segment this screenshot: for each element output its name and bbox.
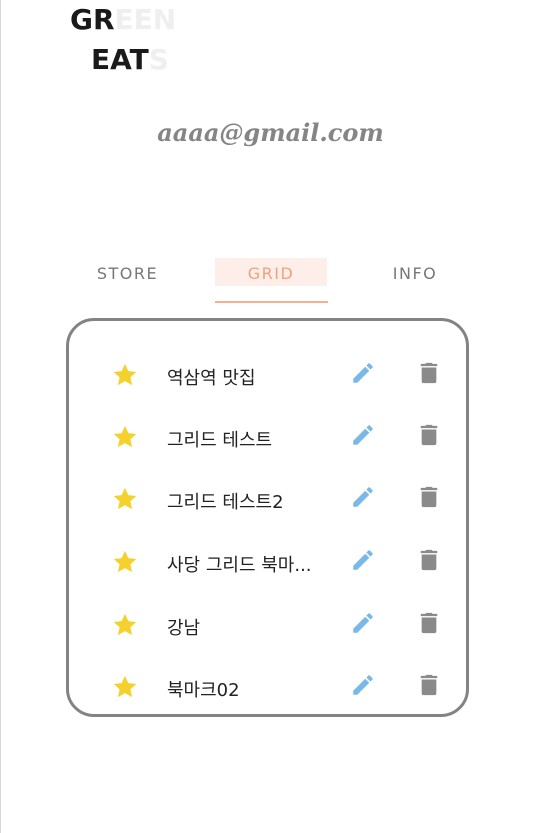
trash-icon[interactable] [418, 484, 440, 510]
active-tab-indicator [215, 301, 328, 303]
list-item-name: 그리드 테스트2 [167, 492, 284, 513]
trash-icon[interactable] [418, 360, 440, 386]
trash-icon[interactable] [418, 672, 440, 698]
trash-icon[interactable] [418, 610, 440, 636]
list-item[interactable]: 그리드 테스트2 [69, 479, 466, 519]
star-icon[interactable] [111, 673, 139, 701]
list-item-name: 북마크02 [167, 680, 240, 701]
pencil-icon[interactable] [350, 484, 376, 510]
tab-grid[interactable]: GRID [215, 258, 327, 286]
trash-icon[interactable] [418, 422, 440, 448]
list-item[interactable]: 역삼역 맛집 [69, 355, 466, 395]
list-item[interactable]: 그리드 테스트 [69, 417, 466, 457]
tab-store[interactable]: STORE [70, 258, 185, 290]
tab-info[interactable]: INFO [370, 258, 460, 290]
pencil-icon[interactable] [350, 547, 376, 573]
star-icon[interactable] [111, 611, 139, 639]
logo-line-2-ghost: S [148, 43, 169, 76]
star-icon[interactable] [111, 548, 139, 576]
user-email: aaaa@gmail.com [157, 118, 384, 147]
logo-line-1-ghost: EEN [114, 3, 177, 36]
pencil-icon[interactable] [350, 360, 376, 386]
star-icon[interactable] [111, 423, 139, 451]
pencil-icon[interactable] [350, 610, 376, 636]
tab-bar: STORE GRID INFO [70, 258, 470, 303]
list-item-name: 사당 그리드 북마... [167, 555, 312, 576]
grid-list-panel: 역삼역 맛집 그리드 테스트 그리드 테스트2 사당 그리드 북마... 강남 … [66, 318, 469, 717]
list-item[interactable]: 북마크02 [69, 667, 466, 707]
list-item-name: 역삼역 맛집 [167, 368, 256, 389]
pencil-icon[interactable] [350, 422, 376, 448]
star-icon[interactable] [111, 485, 139, 513]
list-item[interactable]: 사당 그리드 북마... [69, 542, 466, 582]
logo-line-1: GR [70, 3, 115, 36]
trash-icon[interactable] [418, 547, 440, 573]
pencil-icon[interactable] [350, 672, 376, 698]
list-item[interactable]: 강남 [69, 605, 466, 645]
list-item-name: 강남 [167, 618, 201, 639]
star-icon[interactable] [111, 361, 139, 389]
list-item-name: 그리드 테스트 [167, 430, 273, 451]
logo-line-2: EAT [91, 43, 149, 76]
